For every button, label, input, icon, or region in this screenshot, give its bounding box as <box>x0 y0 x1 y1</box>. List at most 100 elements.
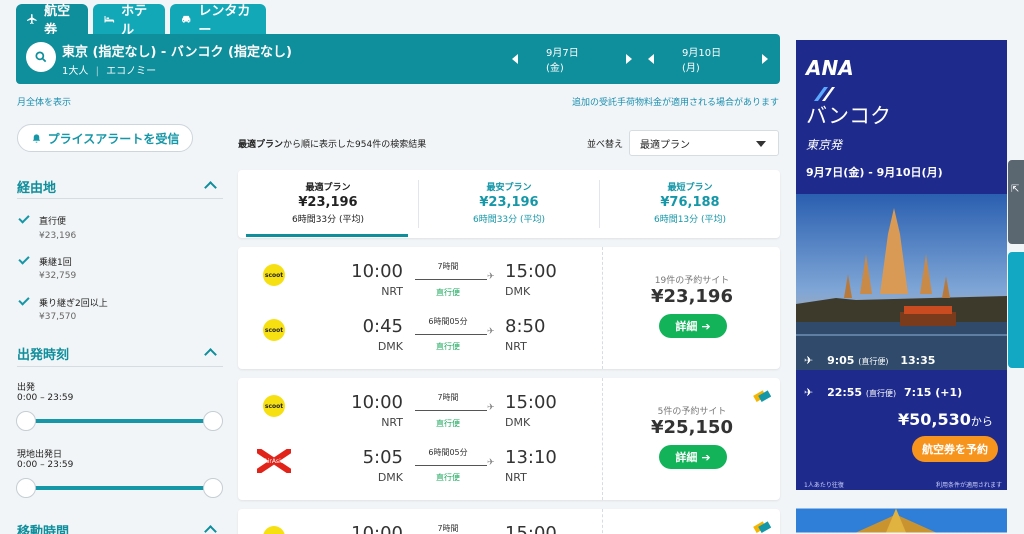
plan-fastest-duration: 6時間13分 (平均) <box>653 215 727 225</box>
baggage-notice-link[interactable]: 追加の受託手荷物料金が適用される場合があります <box>572 95 779 108</box>
booking-sites-count: 5件の予約サイト <box>657 407 727 417</box>
sort-select[interactable]: 最適プラン <box>629 130 779 156</box>
airline-logo-scoot: scoot <box>263 395 285 417</box>
details-button[interactable]: 詳細 ➔ <box>659 445 727 469</box>
ana-advertisement[interactable]: ANA バンコク 東京発 9月7日(金) - 9月10日(月) ✈ 9:05 (… <box>796 40 1007 490</box>
leg-arrival-airport: DMK <box>505 285 531 298</box>
prev-depart-date-icon[interactable] <box>512 54 518 64</box>
stops-one-checkbox[interactable] <box>17 253 31 267</box>
card-divider <box>602 509 603 534</box>
next-return-date-icon[interactable] <box>762 54 768 64</box>
leg-departure-time: 0:45 <box>362 316 403 337</box>
plan-fastest-label: 最短プラン <box>667 183 713 193</box>
return-date-nav: 9月10日(月) <box>648 34 768 84</box>
leg-duration: 7時間 <box>437 393 459 402</box>
leg-direct-label: 直行便 <box>436 288 460 297</box>
leg-direct-label: 直行便 <box>436 419 460 428</box>
prev-return-date-icon[interactable] <box>648 54 654 64</box>
travel-time-title[interactable]: 移動時間 <box>17 521 69 534</box>
plan-fastest[interactable]: 最短プラン ¥76,188 6時間13分 (平均) <box>600 170 780 238</box>
plane-icon: ✈ <box>487 458 495 468</box>
flight-line <box>415 334 487 335</box>
leg-departure-time: 10:00 <box>351 261 403 282</box>
return-time-label: 現地出発日 <box>17 450 63 460</box>
plan-best[interactable]: 最適プラン ¥23,196 6時間33分 (平均) <box>238 170 418 238</box>
tab-hotels-label: ホテル <box>121 4 148 38</box>
leg-arrival-time: 15:00 <box>505 523 557 534</box>
stops-filter-title[interactable]: 経由地 <box>17 177 56 196</box>
stops-direct-label: 直行便 <box>39 217 67 227</box>
plan-cheapest-price: ¥23,196 <box>479 195 539 210</box>
tab-rentacar[interactable]: レンタカー <box>170 4 266 38</box>
leg-arrival-time: 13:10 <box>505 447 557 468</box>
plan-fastest-price: ¥76,188 <box>660 195 720 210</box>
arrow-right-icon: ➔ <box>701 319 711 333</box>
departure-time-title[interactable]: 出発時刻 <box>17 344 69 363</box>
result-card[interactable]: scoot 10:00 7時間 15:00 <box>238 509 780 534</box>
outbound-slider-max-handle[interactable] <box>203 411 223 431</box>
card-divider <box>602 378 603 500</box>
ad-outbound-flight: ✈ 9:05 (直行便) 13:35 <box>804 354 936 367</box>
return-slider-min-handle[interactable] <box>16 478 36 498</box>
ad-dates: 9月7日(金) - 9月10日(月) <box>806 166 943 179</box>
plan-best-duration: 6時間33分 (平均) <box>291 215 365 225</box>
depart-date[interactable]: 9月7日(金) <box>546 44 594 74</box>
ad-destination: バンコク <box>806 104 892 128</box>
return-date[interactable]: 9月10日(月) <box>682 44 722 74</box>
return-slider-max-handle[interactable] <box>203 478 223 498</box>
leg-duration: 7時間 <box>437 262 459 271</box>
ad-footnote-right[interactable]: 利用条件が適用されます <box>936 480 1002 489</box>
stops-two-plus-checkbox[interactable] <box>17 294 31 308</box>
svg-text:AirAsia: AirAsia <box>264 458 285 465</box>
result-card[interactable]: scoot 10:00 NRT 7時間 ✈ 直行便 15:00 DMK AirA… <box>238 378 780 500</box>
outbound-slider-min-handle[interactable] <box>16 411 36 431</box>
details-button[interactable]: 詳細 ➔ <box>659 314 727 338</box>
tab-flights-label: 航空券 <box>44 4 71 38</box>
departure-time-collapse-icon[interactable] <box>204 348 217 361</box>
active-plan-indicator <box>246 234 408 237</box>
tab-hotels[interactable]: ホテル <box>93 4 165 38</box>
leg-departure-airport: DMK <box>377 471 403 484</box>
side-feedback-tab[interactable]: ⇱ <box>1008 160 1024 244</box>
plan-cheapest-duration: 6時間33分 (平均) <box>472 215 546 225</box>
month-view-link[interactable]: 月全体を表示 <box>17 95 71 108</box>
tab-flights[interactable]: 航空券 <box>16 4 88 38</box>
search-button[interactable] <box>26 42 56 72</box>
plan-cheapest-label: 最安プラン <box>486 183 532 193</box>
outbound-time-slider[interactable] <box>26 419 214 423</box>
travel-time-collapse-icon[interactable] <box>204 525 217 534</box>
side-help-tab[interactable] <box>1008 252 1024 368</box>
price-alert-button[interactable]: プライスアラートを受信 <box>17 124 193 152</box>
stops-two-plus-label: 乗り継ぎ2回以上 <box>39 299 108 309</box>
leg-duration: 6時間05分 <box>428 448 468 457</box>
stops-direct-checkbox[interactable] <box>17 212 31 226</box>
plan-cheapest[interactable]: 最安プラン ¥23,196 6時間33分 (平均) <box>419 170 599 238</box>
plane-icon <box>27 13 37 25</box>
leg-departure-time: 10:00 <box>351 523 403 534</box>
leg-arrival-airport: DMK <box>505 416 531 429</box>
tab-rentacar-label: レンタカー <box>198 4 251 38</box>
plan-tabs: 最適プラン ¥23,196 6時間33分 (平均) 最安プラン ¥23,196 … <box>238 170 780 238</box>
leg-arrival-airport: NRT <box>505 340 527 353</box>
outbound-time-range: 0:00 – 23:59 <box>17 393 74 403</box>
search-icon <box>35 51 47 63</box>
external-link-icon: ⇱ <box>1011 184 1020 195</box>
next-depart-date-icon[interactable] <box>626 54 632 64</box>
car-icon <box>182 15 191 23</box>
leg-duration: 6時間05分 <box>428 317 468 326</box>
return-time-slider[interactable] <box>26 486 214 490</box>
leg-arrival-airport: NRT <box>505 471 527 484</box>
result-count: 最適プランから順に表示した954件の検索結果 <box>238 137 426 150</box>
plan-best-label: 最適プラン <box>305 183 351 193</box>
airline-logo-scoot: scoot <box>263 264 285 286</box>
search-summary-bar[interactable]: 東京 (指定なし) - バンコク (指定なし) 1大人 | エコノミー 9月7日… <box>16 34 780 84</box>
leg-departure-airport: NRT <box>381 285 403 298</box>
card-divider <box>602 247 603 369</box>
ad-inbound-flight: ✈ 22:55 (直行便) 7:15 (+1) <box>804 386 963 399</box>
stops-collapse-icon[interactable] <box>204 181 217 194</box>
temple-ad-banner[interactable] <box>796 507 1007 534</box>
divider <box>17 366 223 367</box>
book-flight-button[interactable]: 航空券を予約 <box>912 436 998 462</box>
result-card[interactable]: scoot 10:00 NRT 7時間 ✈ 直行便 15:00 DMK scoo… <box>238 247 780 369</box>
stops-two-plus-price: ¥37,570 <box>39 312 77 322</box>
